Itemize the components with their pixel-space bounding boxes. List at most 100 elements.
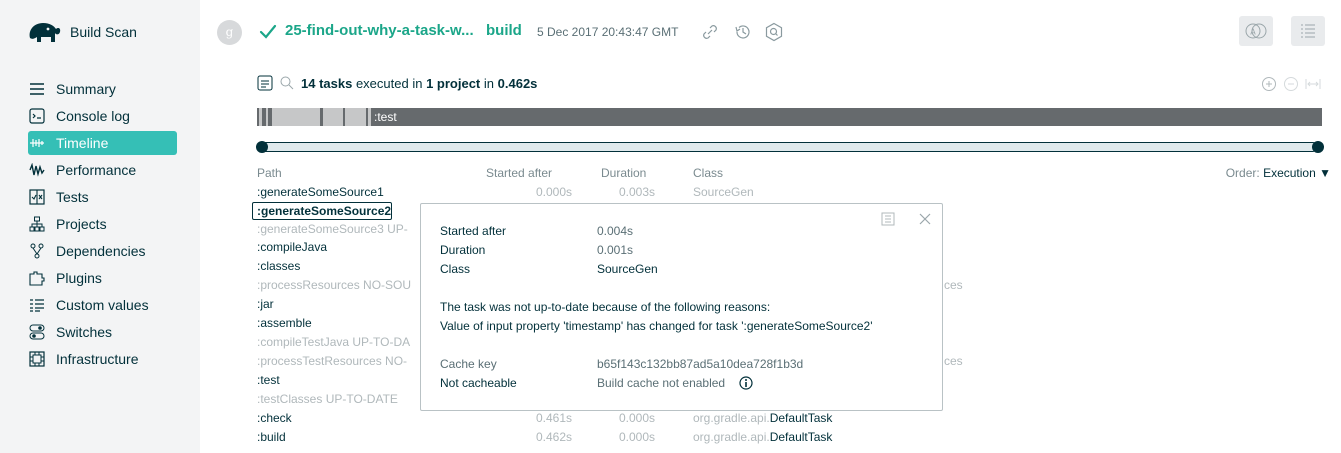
sidebar-item-custom-values[interactable]: Custom values [28,293,177,317]
started-after-value: 0.000s [535,185,572,199]
selected-table-row[interactable]: :generateSomeSource2 [252,202,392,220]
up-to-date-reason: Value of input property 'timestamp' has … [440,319,873,333]
task-path: :build [257,430,286,444]
task-class-value: SourceGen [693,185,754,199]
sidebar-item-summary[interactable]: Summary [28,77,177,101]
custom-values-icon [28,297,56,313]
gradle-elephant-icon[interactable] [26,20,62,46]
time-range-slider[interactable] [260,142,1318,152]
sidebar-item-performance[interactable]: Performance [28,158,177,182]
summary-text: in [483,75,495,91]
column-header-started-after[interactable]: Started after [486,166,552,180]
link-icon[interactable] [700,22,720,42]
started-after-label: Started after [440,224,507,238]
search-icon[interactable] [279,75,295,91]
search-scan-icon[interactable] [764,22,784,42]
cache-key-value: b65f143c132bb87ad5a10dea728f1b3d [597,357,804,371]
sidebar-item-switches[interactable]: Switches [28,320,177,344]
table-row[interactable]: :classes [257,259,300,275]
table-row[interactable]: :jar [257,297,274,313]
sidebar-item-tests[interactable]: Tests [28,185,177,209]
task-path: :testClasses UP-TO-DATE [257,392,398,406]
range-end-handle[interactable] [1312,141,1324,153]
fit-width-icon[interactable] [1305,76,1321,92]
range-start-handle[interactable] [256,141,268,153]
sidebar-item-infrastructure[interactable]: Infrastructure [28,347,177,371]
timeline-task-segment[interactable] [323,108,343,126]
brand-name[interactable]: Build Scan [70,24,137,40]
timeline-task-segment[interactable] [368,108,371,126]
sidebar-item-projects[interactable]: Projects [28,212,177,236]
sidebar-item-dependencies[interactable]: Dependencies [28,239,177,263]
table-row[interactable]: :testClasses UP-TO-DATE [257,392,398,408]
order-label: Order: [1225,166,1260,180]
duration-label: Duration [440,243,486,257]
not-cacheable-reason: Build cache not enabled [597,376,726,390]
sidebar-item-label: Performance [56,162,137,178]
sidebar-item-label: Tests [56,189,89,205]
column-header-path[interactable]: Path [257,166,282,180]
sidebar-item-label: Projects [56,216,107,232]
table-row[interactable]: :assemble [257,316,312,332]
summary-icon [28,81,56,97]
timeline-task-segment[interactable] [272,108,320,126]
class-label: Class [440,262,471,276]
timeline-task-segment[interactable] [259,108,262,126]
task-count: 14 tasks [301,75,353,91]
table-row[interactable]: :compileJava [257,240,327,256]
table-row[interactable]: :generateSomeSource1 [257,185,384,201]
task-path: :compileTestJava UP-TO-DA [257,335,411,349]
table-row[interactable]: :build [257,430,286,446]
table-row[interactable]: :check [257,411,292,427]
scan-title[interactable]: 25-find-out-why-a-task-w... [285,22,474,39]
table-row[interactable]: :generateSomeSource3 UP- [257,222,408,238]
user-avatar[interactable]: g [217,20,242,45]
compare-button[interactable]: A [1239,16,1273,46]
switches-icon [28,324,56,340]
timeline-task-segment[interactable] [266,108,268,126]
table-row[interactable]: :processResources NO-SOU [257,278,411,294]
history-icon[interactable] [733,22,753,42]
class-name: DefaultTask [769,411,833,425]
started-after-value: 0.462s [535,430,572,444]
timeline-icon [28,135,56,151]
expand-details-icon[interactable] [881,212,895,226]
task-path: :assemble [257,316,312,330]
class-name: DefaultTask [769,430,833,444]
task-path: :jar [257,297,274,311]
table-row[interactable]: :processTestResources NO- [257,354,407,370]
list-menu-button[interactable] [1291,16,1325,46]
sidebar-item-timeline[interactable]: Timeline [28,131,177,155]
infrastructure-icon [28,351,56,367]
dependencies-icon [28,243,56,259]
sidebar-item-plugins[interactable]: Plugins [28,266,177,290]
timeline-task-segment[interactable] [345,108,366,126]
truncated-class-text: ces [944,354,963,368]
task-list-icon[interactable] [257,75,273,91]
sidebar-item-label: Summary [56,81,116,97]
zoom-out-icon[interactable] [1283,76,1299,92]
total-time: 0.462s [497,75,538,91]
logo-area: Build Scan [0,0,200,66]
duration-value: 0.000s [618,430,655,444]
table-row[interactable]: :test [257,373,280,389]
summary-text: executed in [355,75,423,91]
class-detail: SourceGen [597,262,658,276]
sidebar-item-console-log[interactable]: Console log [28,104,177,128]
timeline-bar[interactable] [257,108,1322,126]
scan-task: build [486,22,522,39]
zoom-in-icon[interactable] [1261,76,1277,92]
truncated-class-text: ces [944,278,963,292]
column-header-duration[interactable]: Duration [601,166,646,180]
table-row[interactable]: :compileTestJava UP-TO-DA [257,335,410,351]
task-class-value: org.gradle.api.DefaultTask [693,411,832,425]
svg-text:A: A [1250,28,1256,37]
order-selector[interactable]: Order: Execution ▼ [1226,166,1331,180]
column-header-class[interactable]: Class [693,166,723,180]
info-icon[interactable] [739,376,753,390]
console-icon [28,108,56,124]
task-path: :classes [257,259,301,273]
execution-summary: 14 tasks executed in 1 project in 0.462s [257,75,537,91]
close-icon[interactable] [918,212,932,226]
not-cacheable-label: Not cacheable [440,376,517,390]
